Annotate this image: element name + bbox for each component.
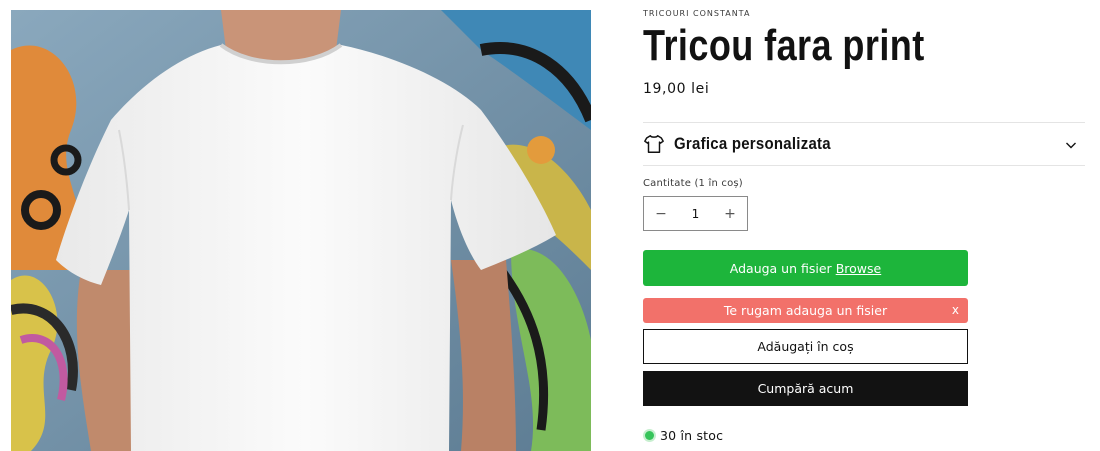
tshirt-photo bbox=[11, 10, 591, 451]
product-image[interactable] bbox=[11, 10, 591, 451]
accordion-label: Grafica personalizata bbox=[674, 134, 831, 153]
close-error-button[interactable]: x bbox=[952, 303, 959, 317]
quantity-decrease-button[interactable]: − bbox=[644, 197, 678, 230]
upload-file-text: Adauga un fisier bbox=[729, 260, 832, 276]
product-vendor: TRICOURI CONSTANTA bbox=[643, 9, 751, 18]
buy-now-button[interactable]: Cumpără acum bbox=[643, 371, 968, 406]
quantity-increase-button[interactable]: + bbox=[713, 197, 747, 230]
product-price: 19,00 lei bbox=[643, 81, 710, 97]
stock-status: 30 în stoc bbox=[643, 428, 723, 443]
browse-link[interactable]: Browse bbox=[836, 261, 882, 276]
add-to-cart-label: Adăugați în coș bbox=[757, 339, 854, 354]
stock-dot-icon bbox=[645, 431, 654, 440]
product-title: Tricou fara print bbox=[643, 21, 925, 70]
error-text: Te rugam adauga un fisier bbox=[723, 303, 888, 318]
add-to-cart-button[interactable]: Adăugați în coș bbox=[643, 329, 968, 364]
quantity-input[interactable] bbox=[678, 197, 713, 230]
error-message: Te rugam adauga un fisier x bbox=[643, 298, 968, 323]
buy-now-label: Cumpără acum bbox=[757, 381, 854, 396]
quantity-label: Cantitate (1 în coș) bbox=[643, 178, 743, 189]
accordion-grafica-personalizata[interactable]: Grafica personalizata bbox=[643, 122, 1085, 166]
product-info: TRICOURI CONSTANTA Tricou fara print 19,… bbox=[643, 0, 1085, 451]
chevron-down-icon[interactable] bbox=[1065, 139, 1077, 151]
tshirt-icon bbox=[643, 133, 665, 155]
stock-text: 30 în stoc bbox=[660, 428, 724, 443]
upload-file-button[interactable]: Adauga un fisier Browse bbox=[643, 250, 968, 286]
quantity-stepper: − + bbox=[643, 196, 748, 231]
